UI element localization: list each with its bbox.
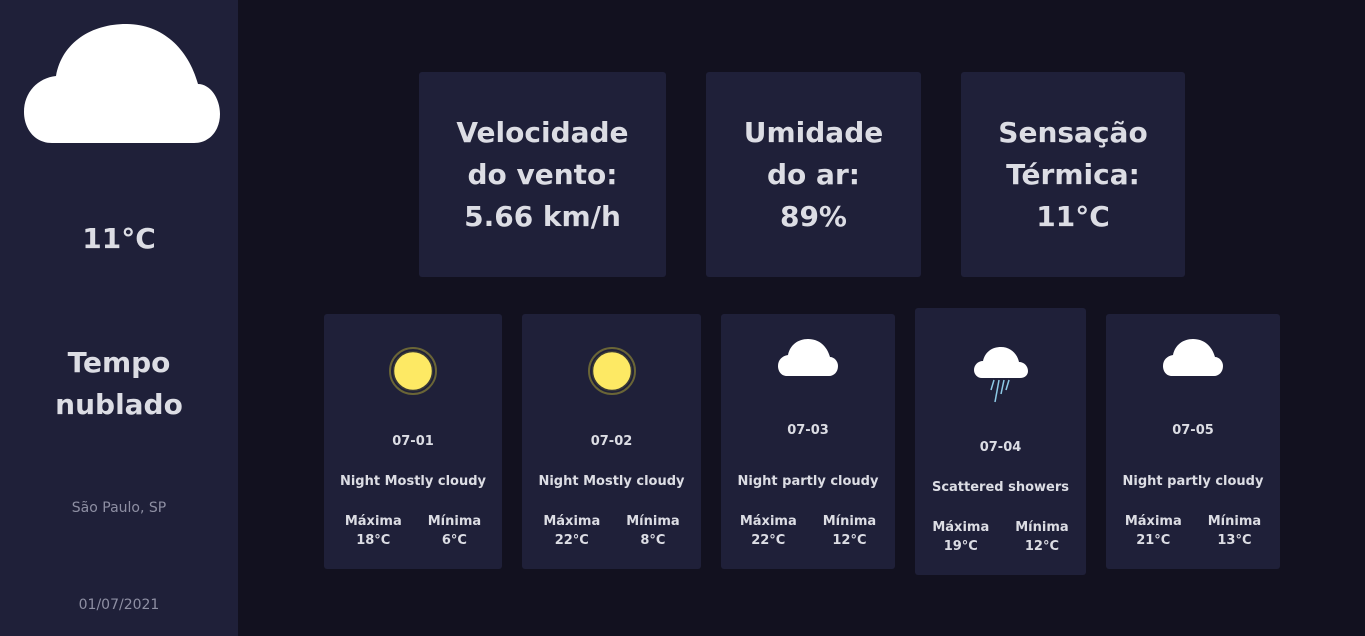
current-temperature: 11°C <box>82 222 156 255</box>
forecast-condition: Scattered showers <box>931 480 1070 495</box>
forecast-day: 07-01 <box>392 434 434 449</box>
forecast-max: Máxima 21°C <box>1124 514 1182 548</box>
humidity-card: Umidade do ar: 89% <box>706 72 921 277</box>
forecast-min: Mínima 6°C <box>427 514 482 548</box>
forecast-max: Máxima 22°C <box>543 514 601 548</box>
forecast-min-max: Máxima 18°C Mínima 6°C <box>324 512 502 550</box>
forecast-card: 07-02 Night Mostly cloudy Máxima 22°C Mín… <box>522 314 701 569</box>
forecast-max: Máxima 19°C <box>932 520 990 554</box>
forecast-card: 07-03 Night partly cloudy Máxima 22°C Mín… <box>721 314 895 569</box>
forecast-day: 07-04 <box>979 440 1022 455</box>
sun-icon <box>389 347 437 395</box>
humidity-text: Umidade do ar: 89% <box>743 115 884 233</box>
current-date: 01/07/2021 <box>78 597 160 613</box>
forecast-card: 07-01 Night Mostly cloudy Máxima 18°C Mín… <box>324 314 502 569</box>
wind-speed-text: Velocidade do vento: 5.66 km/h <box>456 115 629 233</box>
forecast-min-max: Máxima 22°C Mínima 8°C <box>522 512 701 550</box>
forecast-condition: Night partly cloudy <box>737 474 879 489</box>
forecast-min: Mínima 12°C <box>1015 520 1069 554</box>
current-description: Tempo nublado <box>55 346 183 421</box>
city-name: São Paulo, SP <box>71 500 167 516</box>
forecast-min-max: Máxima 22°C Mínima 12°C <box>721 512 895 550</box>
forecast-day: 07-03 <box>787 423 829 438</box>
forecast-card: 07-04 Scattered showers Máxima 19°C Mínim… <box>915 308 1086 575</box>
forecast-condition: Night Mostly cloudy <box>538 474 685 489</box>
forecast-condition: Night partly cloudy <box>1122 474 1264 489</box>
feels-like-card: Sensação Térmica: 11°C <box>961 72 1185 277</box>
forecast-day: 07-05 <box>1172 423 1214 438</box>
rain-cloud-icon <box>973 347 1028 403</box>
cloud-icon <box>24 24 220 143</box>
forecast-min-max: Máxima 21°C Mínima 13°C <box>1106 512 1280 550</box>
current-weather-sidebar: 11°C Tempo nublado São Paulo, SP 01/07/2… <box>0 0 238 636</box>
forecast-day: 07-02 <box>590 434 633 449</box>
cloud-icon <box>778 339 838 376</box>
feels-like-text: Sensação Térmica: 11°C <box>998 115 1148 233</box>
forecast-min: Mínima 8°C <box>626 514 680 548</box>
forecast-min: Mínima 13°C <box>1207 514 1262 548</box>
forecast-condition: Night Mostly cloudy <box>339 474 487 489</box>
sun-icon <box>587 347 636 395</box>
forecast-min-max: Máxima 19°C Mínima 12°C <box>915 518 1086 556</box>
forecast-max: Máxima 18°C <box>344 514 402 548</box>
forecast-card: 07-05 Night partly cloudy Máxima 21°C Mín… <box>1106 314 1280 569</box>
cloud-icon <box>1163 339 1223 376</box>
forecast-max: Máxima 22°C <box>739 514 797 548</box>
wind-speed-card: Velocidade do vento: 5.66 km/h <box>419 72 666 277</box>
forecast-min: Mínima 12°C <box>822 514 877 548</box>
